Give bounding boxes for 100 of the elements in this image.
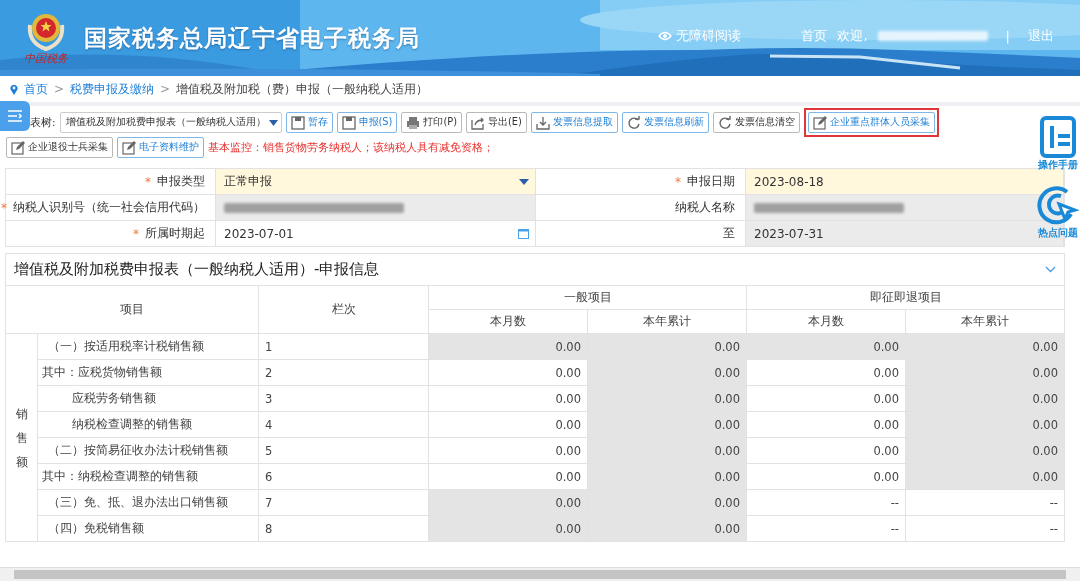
toolbar-button[interactable]: 导出(E) bbox=[466, 112, 527, 133]
toolbar-button[interactable]: 企业重点群体人员采集 bbox=[807, 112, 935, 133]
tree-label: 表树: bbox=[30, 115, 56, 130]
amount-cell: 0.00 bbox=[587, 385, 747, 412]
welcome-text: 欢迎, bbox=[837, 27, 868, 45]
download-icon bbox=[535, 115, 550, 130]
item-cell: 纳税检查调整的销售额 bbox=[37, 411, 259, 438]
page-title: 增值税及附加税（费）申报（一般纳税人适用） bbox=[176, 80, 429, 98]
field-label: 申报类型 bbox=[157, 174, 205, 189]
amount-cell: 0.00 bbox=[587, 463, 747, 490]
line-number-cell: 8 bbox=[258, 515, 429, 542]
chevron-down-icon[interactable] bbox=[1045, 266, 1056, 273]
monitor-message: 基本监控：销售货物劳务纳税人；该纳税人具有减免资格； bbox=[208, 140, 494, 155]
report-tree-select[interactable]: 增值税及附加税费申报表（一般纳税人适用） bbox=[59, 112, 282, 133]
column-header: 栏次 bbox=[258, 285, 429, 334]
dropdown-icon[interactable] bbox=[519, 178, 529, 185]
field-label: 纳税人识别号（统一社会信用代码） bbox=[13, 200, 205, 215]
horizontal-scrollbar[interactable] bbox=[0, 567, 1080, 581]
amount-cell: -- bbox=[905, 489, 1065, 516]
amount-cell: 0.00 bbox=[428, 463, 588, 490]
item-cell: 其中：纳税检查调整的销售额 bbox=[37, 463, 259, 490]
column-group-header: 一般项目 bbox=[428, 285, 747, 310]
toolbar-button[interactable]: 发票信息刷新 bbox=[621, 112, 709, 133]
amount-cell: 0.00 bbox=[428, 359, 588, 386]
toolbar-button[interactable]: 暂存 bbox=[285, 112, 333, 133]
amount-cell: 0.00 bbox=[428, 437, 588, 464]
column-header: 本月数 bbox=[746, 309, 906, 334]
refresh-icon bbox=[626, 115, 641, 130]
edit-icon bbox=[11, 140, 25, 155]
input-field[interactable]: 2023-07-01 bbox=[216, 221, 536, 247]
breadcrumb-link[interactable]: 首页 bbox=[24, 80, 48, 98]
amount-cell: -- bbox=[746, 489, 906, 516]
column-header: 本年累计 bbox=[905, 309, 1065, 334]
amount-cell: 0.00 bbox=[428, 489, 588, 516]
amount-cell: 0.00 bbox=[587, 489, 747, 516]
edit-icon bbox=[122, 140, 136, 155]
input-field[interactable]: 正常申报 bbox=[216, 169, 536, 195]
required-mark: * bbox=[1, 200, 7, 215]
amount-cell: 0.00 bbox=[746, 333, 906, 360]
amount-cell: 0.00 bbox=[428, 385, 588, 412]
amount-cell: 0.00 bbox=[746, 437, 906, 464]
amount-cell: 0.00 bbox=[428, 515, 588, 542]
required-mark: * bbox=[145, 174, 151, 189]
toolbar-button[interactable]: 发票信息提取 bbox=[530, 112, 618, 133]
amount-cell: 0.00 bbox=[587, 359, 747, 386]
separator: | bbox=[1005, 28, 1010, 44]
line-number-cell: 5 bbox=[258, 437, 429, 464]
float-tool-label[interactable]: 操作手册 bbox=[1038, 158, 1078, 172]
toolbar-button[interactable]: 申报(S) bbox=[336, 112, 398, 133]
amount-cell: 0.00 bbox=[587, 411, 747, 438]
amount-cell: 0.00 bbox=[905, 463, 1065, 490]
amount-cell: 0.00 bbox=[746, 463, 906, 490]
site-title: 国家税务总局辽宁省电子税务局 bbox=[84, 23, 420, 53]
menu-icon bbox=[7, 110, 23, 122]
float-tool-label[interactable]: 热点问题 bbox=[1038, 226, 1078, 240]
breadcrumb-separator: > bbox=[54, 82, 65, 96]
line-number-cell: 7 bbox=[258, 489, 429, 516]
amount-cell: 0.00 bbox=[587, 437, 747, 464]
printer-icon bbox=[406, 115, 421, 130]
calendar-icon[interactable] bbox=[518, 228, 529, 239]
location-pin-icon bbox=[10, 83, 18, 95]
breadcrumb-link[interactable]: 税费申报及缴纳 bbox=[70, 80, 155, 98]
row-group-label: 销售额 bbox=[15, 405, 28, 471]
item-cell: （四）免税销售额 bbox=[37, 515, 259, 542]
toolbar-button[interactable]: 电子资料维护 bbox=[117, 137, 204, 158]
line-number-cell: 6 bbox=[258, 463, 429, 490]
eye-icon bbox=[658, 31, 673, 41]
item-cell: （三）免、抵、退办法出口销售额 bbox=[37, 489, 259, 516]
toolbar-button[interactable]: 打印(P) bbox=[401, 112, 462, 133]
toolbar-button[interactable]: 企业退役士兵采集 bbox=[6, 137, 113, 158]
save-icon bbox=[341, 115, 356, 130]
field-label: 申报日期 bbox=[687, 174, 735, 189]
amount-cell: 0.00 bbox=[905, 333, 1065, 360]
field-label: 纳税人名称 bbox=[675, 200, 735, 215]
amount-cell: 0.00 bbox=[905, 411, 1065, 438]
toolbar-button[interactable]: 发票信息清空 bbox=[712, 112, 800, 133]
menu-toggle-button[interactable] bbox=[0, 101, 30, 131]
field-label: 至 bbox=[723, 226, 735, 241]
amount-cell: 0.00 bbox=[905, 359, 1065, 386]
column-header: 本年累计 bbox=[587, 309, 747, 334]
amount-cell: 0.00 bbox=[905, 385, 1065, 412]
item-cell: 其中：应税货物销售额 bbox=[37, 359, 259, 386]
input-field[interactable]: 2023-08-18 bbox=[746, 169, 1064, 195]
amount-cell: -- bbox=[905, 515, 1065, 542]
line-number-cell: 2 bbox=[258, 359, 429, 386]
column-header: 项目 bbox=[5, 285, 259, 334]
amount-cell: 0.00 bbox=[587, 515, 747, 542]
line-number-cell: 1 bbox=[258, 333, 429, 360]
caret-icon bbox=[268, 119, 278, 126]
amount-cell: 0.00 bbox=[587, 333, 747, 360]
logo-caption: 中国税务 bbox=[24, 50, 68, 66]
column-header: 本月数 bbox=[428, 309, 588, 334]
refresh-icon bbox=[717, 115, 732, 130]
required-mark: * bbox=[133, 226, 139, 241]
breadcrumb-separator: > bbox=[160, 82, 171, 96]
amount-cell: 0.00 bbox=[746, 359, 906, 386]
amount-cell: 0.00 bbox=[746, 385, 906, 412]
cursor-target-icon[interactable] bbox=[1037, 184, 1079, 226]
book-icon[interactable] bbox=[1038, 116, 1078, 158]
amount-cell: 0.00 bbox=[428, 333, 588, 360]
